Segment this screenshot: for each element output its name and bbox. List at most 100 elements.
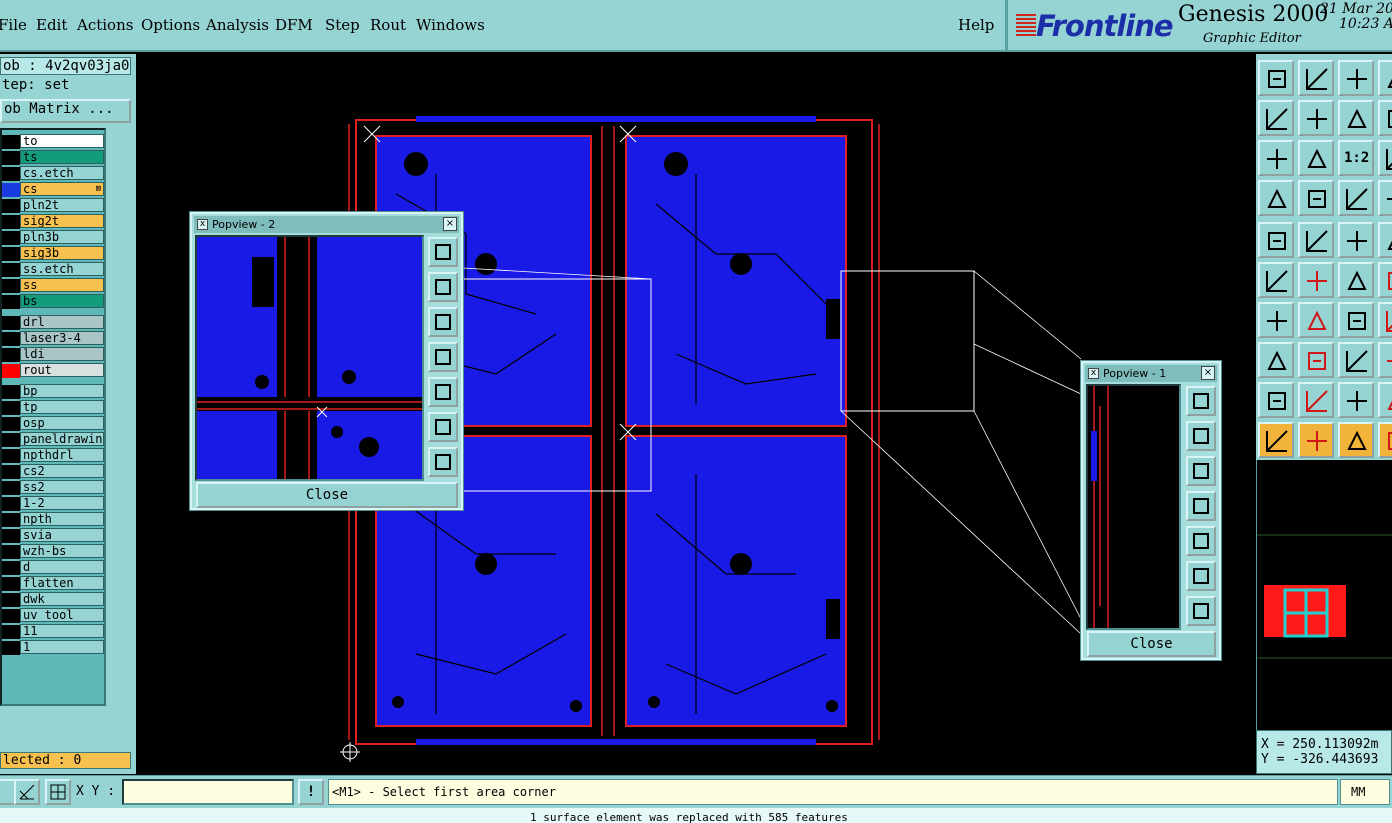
menu-rout[interactable]: Rout bbox=[370, 16, 406, 34]
pen-icon[interactable] bbox=[1298, 302, 1334, 338]
pan-up-button[interactable] bbox=[1186, 421, 1216, 451]
page3-icon[interactable] bbox=[1378, 140, 1392, 176]
zoom-left-icon[interactable] bbox=[1258, 100, 1294, 136]
zoom-in-button[interactable] bbox=[428, 412, 458, 442]
layer-item[interactable]: 1 bbox=[20, 640, 104, 654]
a2-icon[interactable] bbox=[1338, 382, 1374, 418]
pan-down-button[interactable] bbox=[1186, 456, 1216, 486]
layer-item[interactable]: dwk bbox=[20, 592, 104, 606]
triangle-icon[interactable] bbox=[1258, 382, 1294, 418]
layer-swatch[interactable] bbox=[2, 332, 20, 346]
layer-swatch[interactable] bbox=[2, 151, 20, 165]
layer-item[interactable]: laser3-4 bbox=[20, 331, 104, 345]
layer-swatch[interactable] bbox=[2, 433, 20, 447]
layer-item[interactable]: wzh-bs bbox=[20, 544, 104, 558]
close-icon[interactable]: × bbox=[1201, 366, 1215, 380]
layer-swatch[interactable] bbox=[2, 135, 20, 149]
layer-item[interactable]: ss.etch bbox=[20, 262, 104, 276]
layer-swatch[interactable] bbox=[2, 417, 20, 431]
layer-item[interactable]: to bbox=[20, 134, 104, 148]
line-icon[interactable] bbox=[1298, 222, 1334, 258]
flag-icon[interactable] bbox=[1378, 180, 1392, 216]
segment-icon[interactable] bbox=[1298, 342, 1334, 378]
layer-item[interactable]: ldi bbox=[20, 347, 104, 361]
layer-list[interactable]: to ts cs.etch cs ⊠ pln2t sig2t pln3b sig3b ss.etc… bbox=[0, 128, 106, 706]
layer-item[interactable]: paneldrawing bbox=[20, 432, 104, 446]
pan-left-button[interactable] bbox=[428, 342, 458, 372]
layer-item[interactable]: drl bbox=[20, 315, 104, 329]
window-menu-icon[interactable]: x bbox=[197, 219, 208, 230]
layer-item[interactable]: pln3b bbox=[20, 230, 104, 244]
units-button[interactable]: MM bbox=[1340, 779, 1390, 805]
layer-swatch[interactable] bbox=[2, 316, 20, 330]
layer-item[interactable]: flatten bbox=[20, 576, 104, 590]
fit-all-icon[interactable] bbox=[1258, 140, 1294, 176]
pan-right-button[interactable] bbox=[428, 377, 458, 407]
zoom-out-button[interactable] bbox=[1186, 596, 1216, 626]
layer-item[interactable]: sig3b bbox=[20, 246, 104, 260]
menu-windows[interactable]: Windows bbox=[416, 16, 485, 34]
layer-swatch[interactable] bbox=[2, 545, 20, 559]
menu-analysis[interactable]: Analysis bbox=[206, 16, 269, 34]
overview-panel[interactable] bbox=[1256, 460, 1392, 730]
fit-profile-icon[interactable] bbox=[1298, 140, 1334, 176]
layer-swatch[interactable] bbox=[2, 529, 20, 543]
a-icon[interactable] bbox=[1298, 382, 1334, 418]
popview-2-view[interactable] bbox=[195, 235, 424, 481]
popview-1-close-button[interactable]: Close bbox=[1087, 631, 1216, 657]
page-icon[interactable] bbox=[1378, 60, 1392, 96]
popview-2-window[interactable]: x Popview - 2 × Close bbox=[189, 211, 464, 511]
layer-item[interactable]: 11 bbox=[20, 624, 104, 638]
layer-swatch[interactable] bbox=[2, 279, 20, 293]
layer-swatch[interactable] bbox=[2, 231, 20, 245]
pan-left-button[interactable] bbox=[1186, 491, 1216, 521]
layer-item[interactable]: cs2 bbox=[20, 464, 104, 478]
layer-item[interactable]: tp bbox=[20, 400, 104, 414]
layer-swatch[interactable] bbox=[2, 641, 20, 655]
layer-swatch[interactable] bbox=[2, 481, 20, 495]
select-pad-icon[interactable] bbox=[1258, 342, 1294, 378]
measure-icon[interactable] bbox=[1258, 180, 1294, 216]
layer-swatch[interactable] bbox=[2, 625, 20, 639]
arc-icon[interactable] bbox=[1338, 302, 1374, 338]
home-icon[interactable] bbox=[1338, 60, 1374, 96]
layer-swatch[interactable] bbox=[2, 247, 20, 261]
box-icon[interactable] bbox=[1378, 222, 1392, 258]
layer-item[interactable]: cs.etch bbox=[20, 166, 104, 180]
job-matrix-button[interactable]: ob Matrix ... bbox=[0, 99, 131, 123]
layer-swatch[interactable] bbox=[2, 561, 20, 575]
redraw-icon[interactable] bbox=[1338, 100, 1374, 136]
pointer-icon[interactable] bbox=[1258, 422, 1294, 458]
tri2-icon[interactable] bbox=[1378, 382, 1392, 418]
zoom-fit-button[interactable] bbox=[428, 237, 458, 267]
menu-dfm[interactable]: DFM bbox=[275, 16, 313, 34]
zoom-in-button[interactable] bbox=[1186, 561, 1216, 591]
layer-item[interactable]: svia bbox=[20, 528, 104, 542]
pan-down-button[interactable] bbox=[428, 307, 458, 337]
layer-item[interactable]: npth bbox=[20, 512, 104, 526]
layer-item[interactable]: npthdrl bbox=[20, 448, 104, 462]
info-button[interactable]: ! bbox=[298, 779, 324, 805]
layer-item[interactable]: rout bbox=[20, 363, 104, 377]
layer-swatch[interactable] bbox=[2, 593, 20, 607]
layer-swatch[interactable] bbox=[2, 183, 20, 197]
page2-icon[interactable] bbox=[1378, 100, 1392, 136]
menu-actions[interactable]: Actions bbox=[77, 16, 133, 34]
menu-file[interactable]: File bbox=[0, 16, 27, 34]
layer-stack-icon[interactable] bbox=[1338, 180, 1374, 216]
layer-swatch[interactable] bbox=[2, 497, 20, 511]
layer-swatch[interactable] bbox=[2, 401, 20, 415]
layer-swatch[interactable] bbox=[2, 577, 20, 591]
drill-icon[interactable] bbox=[1298, 180, 1334, 216]
slider-icon[interactable] bbox=[1338, 342, 1374, 378]
layer-item[interactable]: cs ⊠ bbox=[20, 182, 104, 196]
arc2-icon[interactable] bbox=[1378, 302, 1392, 338]
menu-help[interactable]: Help bbox=[958, 16, 994, 34]
layer-item[interactable]: ts bbox=[20, 150, 104, 164]
layer-swatch[interactable] bbox=[2, 449, 20, 463]
zoom-home-icon[interactable] bbox=[1258, 60, 1294, 96]
grid-icon[interactable] bbox=[45, 779, 71, 805]
zoom-out-button[interactable] bbox=[428, 447, 458, 477]
layer-item[interactable]: d bbox=[20, 560, 104, 574]
layer-swatch[interactable] bbox=[2, 465, 20, 479]
